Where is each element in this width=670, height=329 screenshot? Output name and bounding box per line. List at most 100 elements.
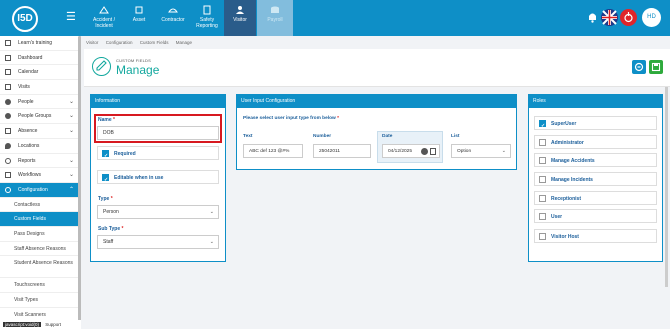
- chevron-down-icon: ⌄: [68, 98, 74, 105]
- breadcrumb: Visitor Configuration Custom Fields Mana…: [86, 38, 198, 48]
- sidebar-subitem-staff-absence-reasons[interactable]: Staff Absence Reasons: [0, 242, 80, 257]
- absence-icon: [5, 128, 11, 135]
- sidebar-item-people-groups[interactable]: People Groups ⌄: [0, 109, 80, 125]
- sidebar-item-label: Staff Absence Reasons: [14, 245, 66, 252]
- people-icon: [5, 98, 11, 105]
- sidebar-subitem-contactless[interactable]: Contactless: [0, 198, 80, 213]
- type-text-label: Text: [243, 134, 253, 139]
- sidebar-scrollbar[interactable]: [78, 36, 81, 323]
- sidebar-item-learns-training[interactable]: Learn's training: [0, 36, 80, 51]
- bell-icon[interactable]: [584, 9, 601, 26]
- top-bar: I5D ☰ Accident / Incident Asset Contract…: [0, 0, 670, 36]
- editable-checkbox[interactable]: [102, 173, 109, 187]
- list-select-sample[interactable]: Option ⌄: [451, 144, 511, 158]
- role-administrator[interactable]: Administrator: [534, 135, 657, 149]
- role-checkbox[interactable]: [539, 119, 546, 133]
- sidebar-item-dashboard[interactable]: Dashboard: [0, 51, 80, 66]
- chevron-down-icon: ⌄: [501, 148, 506, 154]
- nav-label: Safety Reporting: [196, 17, 218, 29]
- role-checkbox[interactable]: [539, 139, 546, 146]
- breadcrumb-manage: Manage: [175, 40, 193, 45]
- sidebar-subitem-pass-designs[interactable]: Pass Designs: [0, 227, 80, 242]
- role-checkbox[interactable]: [539, 213, 546, 220]
- required-checkbox[interactable]: [102, 149, 109, 163]
- required-label: Required: [114, 151, 136, 157]
- chevron-up-icon: ⌃: [68, 186, 74, 193]
- emergency-icon[interactable]: [620, 9, 637, 26]
- role-label: Manage Incidents: [551, 177, 593, 183]
- visits-icon: [5, 84, 11, 91]
- sidebar-item-locations[interactable]: Locations: [0, 139, 80, 154]
- page-header: [84, 49, 670, 87]
- sidebar-item-workflows[interactable]: Workflows ⌄: [0, 168, 80, 183]
- subtype-select[interactable]: Staff ⌄: [97, 235, 219, 249]
- role-receptionist[interactable]: Receptionist: [534, 191, 657, 205]
- sidebar-item-absence[interactable]: Absence ⌄: [0, 124, 80, 139]
- role-label: Administrator: [551, 140, 584, 146]
- date-input-sample[interactable]: 04/12/2025: [382, 144, 440, 158]
- date-value: 04/12/2025: [388, 149, 413, 154]
- people-groups-icon: [5, 113, 11, 120]
- nav-safety-reporting[interactable]: Safety Reporting: [190, 0, 224, 36]
- role-user[interactable]: User: [534, 209, 657, 223]
- role-manage-accidents[interactable]: Manage Accidents: [534, 153, 657, 167]
- sidebar-item-label: Student Absence Reasons: [14, 260, 73, 267]
- editable-checkbox-row[interactable]: Editable when in use: [97, 170, 219, 187]
- highlight-box: [94, 114, 222, 143]
- breadcrumb-custom-fields[interactable]: Custom Fields: [140, 40, 169, 45]
- back-button[interactable]: [632, 60, 646, 74]
- sidebar-item-label: Pass Designs: [14, 230, 45, 237]
- sidebar-item-visits[interactable]: Visits: [0, 80, 80, 95]
- sidebar-item-label: Absence: [18, 128, 38, 135]
- role-visitor-host[interactable]: Visitor Host: [534, 229, 657, 243]
- sidebar-item-people[interactable]: People ⌄: [0, 95, 80, 110]
- type-list-label: List: [451, 134, 460, 139]
- clear-icon[interactable]: [421, 148, 428, 155]
- app-logo[interactable]: I5D: [12, 6, 38, 32]
- role-superuser[interactable]: SuperUser: [534, 116, 657, 133]
- sidebar-item-calendar[interactable]: Calendar: [0, 65, 80, 81]
- nav-payroll[interactable]: Payroll: [257, 0, 293, 36]
- support-link[interactable]: Support: [45, 322, 61, 327]
- workflows-icon: [5, 172, 11, 179]
- nav-asset[interactable]: Asset: [122, 0, 156, 36]
- required-checkbox-row[interactable]: Required: [97, 146, 219, 163]
- sidebar-item-label: People: [18, 98, 34, 105]
- language-flag-icon[interactable]: [601, 9, 618, 26]
- sidebar-item-configuration[interactable]: Configuration ⌃: [0, 182, 80, 198]
- nav-accident-incident[interactable]: Accident / Incident: [86, 0, 122, 36]
- calendar-icon[interactable]: [430, 148, 436, 155]
- breadcrumb-visitor[interactable]: Visitor: [86, 40, 98, 45]
- role-checkbox[interactable]: [539, 195, 546, 202]
- sidebar-subitem-touchscreens[interactable]: Touchscreens: [0, 278, 80, 293]
- information-heading: Information: [91, 95, 225, 108]
- chevron-down-icon: ⌄: [68, 128, 74, 135]
- text-input-sample[interactable]: ABC def 123 @#%: [243, 144, 303, 158]
- sidebar-subitem-visit-types[interactable]: Visit Types: [0, 293, 80, 308]
- sidebar-item-reports[interactable]: Reports ⌄: [0, 154, 80, 169]
- type-date-label: Date: [382, 134, 393, 139]
- required-asterisk: *: [121, 226, 124, 232]
- menu-icon[interactable]: ☰: [66, 11, 76, 23]
- sidebar-item-label: Reports: [18, 157, 36, 164]
- chevron-down-icon: ⌄: [68, 157, 74, 164]
- role-checkbox[interactable]: [539, 233, 546, 240]
- breadcrumb-configuration[interactable]: Configuration: [106, 40, 133, 45]
- role-checkbox[interactable]: [539, 176, 546, 183]
- sidebar-subitem-student-absence-reasons[interactable]: Student Absence Reasons: [0, 256, 80, 279]
- nav-label: Accident / Incident: [93, 17, 115, 29]
- status-url: javascript:void(0): [3, 322, 42, 327]
- type-number-label: Number: [313, 134, 332, 139]
- sidebar-subitem-custom-fields[interactable]: Custom Fields: [0, 212, 80, 227]
- save-button[interactable]: [649, 60, 663, 74]
- type-select[interactable]: Person ⌄: [97, 205, 219, 219]
- main-scrollbar[interactable]: [665, 87, 668, 287]
- user-avatar[interactable]: HD: [642, 8, 661, 27]
- nav-contractor[interactable]: Contractor: [156, 0, 190, 36]
- number-input-sample[interactable]: 25042011: [313, 144, 371, 158]
- nav-visitor[interactable]: Visitor: [224, 0, 256, 36]
- role-checkbox[interactable]: [539, 157, 546, 164]
- sidebar-footer: javascript:void(0) Support: [0, 320, 81, 329]
- role-manage-incidents[interactable]: Manage Incidents: [534, 172, 657, 186]
- training-icon: [5, 40, 11, 46]
